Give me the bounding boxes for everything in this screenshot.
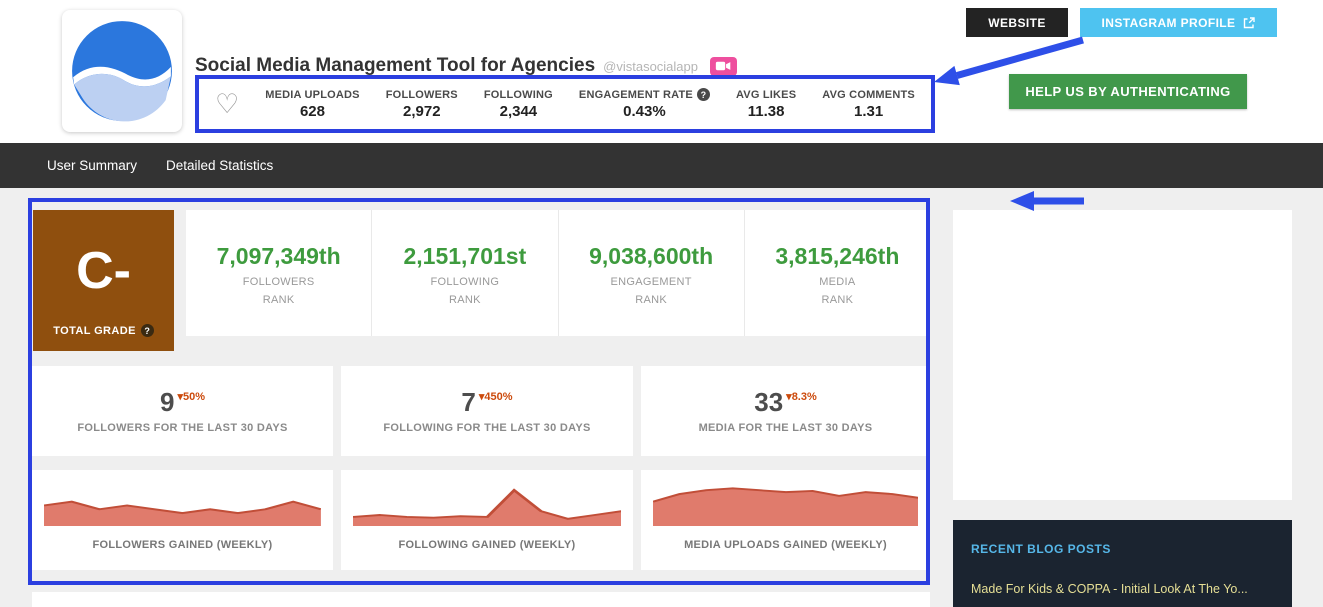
instagram-profile-button-label: INSTAGRAM PROFILE: [1102, 16, 1236, 30]
media-weekly-chart-card: MEDIA UPLOADS GAINED (WEEKLY): [641, 470, 930, 570]
media-weekly-chart-label: MEDIA UPLOADS GAINED (WEEKLY): [684, 539, 887, 551]
media-weekly-chart: [653, 482, 919, 526]
stat-engagement-rate: ENGAGEMENT RATE ? 0.43%: [579, 88, 710, 120]
engagement-rank: 9,038,600th ENGAGEMENT RANK: [559, 210, 745, 336]
stat-label-text: ENGAGEMENT RATE: [579, 89, 693, 101]
rank-label-line1: FOLLOWERS: [243, 274, 315, 292]
media-rank: 3,815,246th MEDIA RANK: [745, 210, 930, 336]
following-30days-value: 7: [461, 389, 475, 415]
followers-rank: 7,097,349th FOLLOWERS RANK: [186, 210, 372, 336]
stat-label: MEDIA UPLOADS: [265, 89, 359, 101]
following-30days-change: ▾450%: [479, 390, 513, 403]
rank-value: 7,097,349th: [217, 243, 341, 270]
rank-value: 9,038,600th: [589, 243, 713, 270]
following-30days-card: 7 ▾450% FOLLOWING FOR THE LAST 30 DAYS: [341, 366, 633, 456]
media-30days-label: MEDIA FOR THE LAST 30 DAYS: [699, 422, 873, 434]
blog-post-link[interactable]: Made For Kids & COPPA - Initial Look At …: [971, 582, 1274, 596]
stat-media-uploads: MEDIA UPLOADS 628: [265, 89, 359, 120]
followers-weekly-chart: [44, 482, 321, 526]
following-30days-label: FOLLOWING FOR THE LAST 30 DAYS: [383, 422, 590, 434]
ad-placeholder: [953, 210, 1292, 500]
rank-label: ENGAGEMENT RANK: [611, 274, 692, 309]
nav-bar: User Summary Detailed Statistics: [0, 143, 1323, 188]
followers-30days-change: ▾50%: [177, 390, 205, 403]
tab-user-summary[interactable]: User Summary: [47, 158, 137, 173]
stat-label: FOLLOWERS: [386, 89, 458, 101]
stat-value: 11.38: [748, 103, 785, 120]
stat-following: FOLLOWING 2,344: [484, 89, 553, 120]
total-grade-card: C- TOTAL GRADE ?: [33, 210, 174, 351]
stat-value: 0.43%: [623, 103, 666, 120]
rank-label: MEDIA RANK: [819, 274, 855, 309]
stat-avg-likes: AVG LIKES 11.38: [736, 89, 796, 120]
value-row: 9 ▾50%: [160, 389, 205, 415]
total-grade-label: TOTAL GRADE ?: [53, 324, 154, 337]
stat-label: AVG LIKES: [736, 89, 796, 101]
following-weekly-chart-label: FOLLOWING GAINED (WEEKLY): [399, 539, 576, 551]
profile-handle: @vistasocialapp: [603, 59, 698, 74]
rank-label-line1: ENGAGEMENT: [611, 274, 692, 292]
total-grade-value: C-: [76, 218, 131, 324]
rank-label-line2: RANK: [431, 292, 500, 310]
website-button[interactable]: WEBSITE: [966, 8, 1068, 37]
stat-avg-comments: AVG COMMENTS 1.31: [822, 89, 915, 120]
value-row: 33 ▾8.3%: [754, 389, 817, 415]
tab-detailed-statistics[interactable]: Detailed Statistics: [166, 158, 273, 173]
following-weekly-chart-card: FOLLOWING GAINED (WEEKLY): [341, 470, 633, 570]
rank-label-line1: MEDIA: [819, 274, 855, 292]
rank-strip: 7,097,349th FOLLOWERS RANK 2,151,701st F…: [186, 210, 930, 336]
help-question-icon[interactable]: ?: [141, 324, 154, 337]
media-30days-value: 33: [754, 389, 783, 415]
followers-30days-label: FOLLOWERS FOR THE LAST 30 DAYS: [77, 422, 287, 434]
stat-label: AVG COMMENTS: [822, 89, 915, 101]
change-value: 50%: [183, 391, 205, 403]
following-weekly-chart: [353, 482, 622, 526]
followers-weekly-chart-label: FOLLOWERS GAINED (WEEKLY): [92, 539, 272, 551]
change-value: 450%: [484, 391, 512, 403]
following-rank: 2,151,701st FOLLOWING RANK: [372, 210, 558, 336]
rank-value: 2,151,701st: [403, 243, 526, 270]
rank-label-line2: RANK: [243, 292, 315, 310]
total-grade-label-text: TOTAL GRADE: [53, 325, 136, 337]
help-question-icon[interactable]: ?: [697, 88, 710, 101]
profile-logo-icon: [70, 19, 174, 123]
rank-label: FOLLOWING RANK: [431, 274, 500, 309]
rank-label-line2: RANK: [819, 292, 855, 310]
rank-label-line2: RANK: [611, 292, 692, 310]
followers-30days-value: 9: [160, 389, 174, 415]
recent-blog-posts-title: RECENT BLOG POSTS: [971, 542, 1274, 556]
followers-30days-card: 9 ▾50% FOLLOWERS FOR THE LAST 30 DAYS: [32, 366, 333, 456]
stat-value: 628: [300, 103, 325, 120]
rank-label: FOLLOWERS RANK: [243, 274, 315, 309]
stat-value: 2,344: [500, 103, 538, 120]
change-value: 8.3%: [792, 391, 817, 403]
profile-title-row: Social Media Management Tool for Agencie…: [195, 55, 737, 77]
page-title: Social Media Management Tool for Agencie…: [195, 55, 595, 77]
profile-stats-bar: ♡ MEDIA UPLOADS 628 FOLLOWERS 2,972 FOLL…: [195, 75, 935, 133]
instagram-profile-button[interactable]: INSTAGRAM PROFILE: [1080, 8, 1277, 37]
stat-value: 2,972: [403, 103, 441, 120]
value-row: 7 ▾450%: [461, 389, 512, 415]
recent-blog-posts-panel: RECENT BLOG POSTS Made For Kids & COPPA …: [953, 520, 1292, 607]
stat-followers: FOLLOWERS 2,972: [386, 89, 458, 120]
rank-value: 3,815,246th: [775, 243, 899, 270]
stat-value: 1.31: [854, 103, 883, 120]
page: Social Media Management Tool for Agencie…: [0, 0, 1323, 607]
media-30days-change: ▾8.3%: [786, 390, 817, 403]
rank-label-line1: FOLLOWING: [431, 274, 500, 292]
stat-label: FOLLOWING: [484, 89, 553, 101]
header: Social Media Management Tool for Agencie…: [0, 0, 1323, 143]
authenticate-button[interactable]: HELP US BY AUTHENTICATING: [1009, 74, 1247, 109]
favorite-heart-icon[interactable]: ♡: [215, 91, 239, 118]
media-30days-card: 33 ▾8.3% MEDIA FOR THE LAST 30 DAYS: [641, 366, 930, 456]
avatar: [62, 10, 182, 132]
next-section-card: [32, 592, 930, 607]
video-camera-icon: [710, 57, 737, 76]
followers-weekly-chart-card: FOLLOWERS GAINED (WEEKLY): [32, 470, 333, 570]
external-link-icon: [1243, 17, 1255, 29]
stat-label: ENGAGEMENT RATE ?: [579, 88, 710, 101]
